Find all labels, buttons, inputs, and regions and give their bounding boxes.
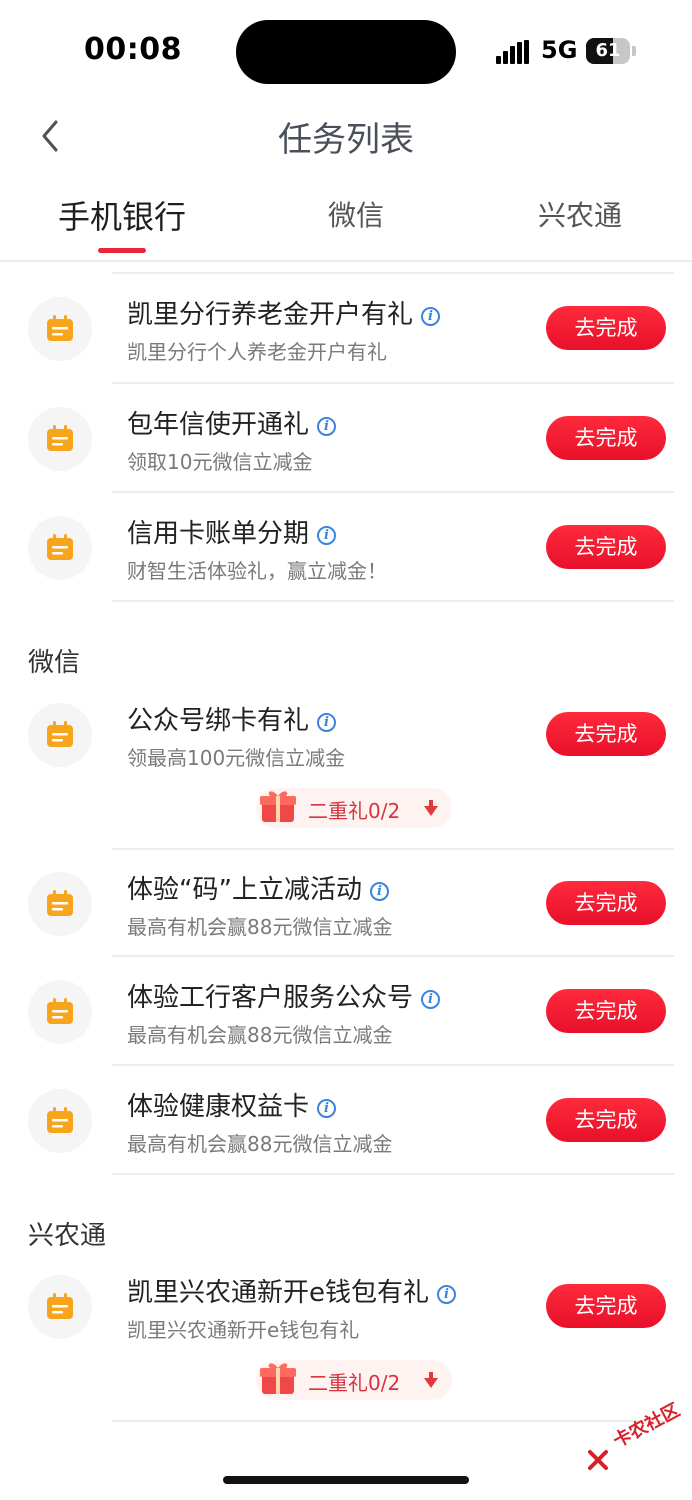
gift-label: 二重礼0/2 [308, 1371, 401, 1395]
gift-progress-pill[interactable]: 二重礼0/2 [256, 788, 452, 828]
page-title: 任务列表 [278, 120, 414, 160]
complete-button[interactable]: 去完成 [546, 1098, 666, 1142]
list-item: 凯里兴农通新开e钱包有礼 i 凯里兴农通新开e钱包有礼 去完成 [0, 1252, 692, 1360]
task-title: 体验工行客户服务公众号 i [127, 977, 441, 1014]
status-bar: 00:08 5G 61 [0, 0, 692, 100]
calendar-icon [47, 534, 73, 560]
info-icon[interactable]: i [369, 882, 389, 901]
task-title: 包年信使开通礼 i [127, 404, 337, 441]
divider [112, 600, 674, 602]
complete-button[interactable]: 去完成 [546, 525, 666, 569]
section-title-wechat: 微信 [28, 648, 81, 678]
task-icon [28, 297, 92, 361]
logo-mark-icon [588, 1450, 608, 1470]
gift-icon [260, 1363, 296, 1394]
task-title: 体验“码”上立减活动 i [127, 869, 389, 906]
task-description: 凯里分行个人养老金开户有礼 [127, 340, 387, 364]
task-title: 体验健康权益卡 i [127, 1086, 337, 1123]
gift-progress-pill[interactable]: 二重礼0/2 [256, 1360, 452, 1400]
list-item: 体验健康权益卡 i 最高有机会赢88元微信立减金 去完成 [0, 1066, 692, 1174]
task-title: 凯里兴农通新开e钱包有礼 i [127, 1272, 456, 1309]
arrow-down-icon [424, 800, 438, 816]
calendar-icon [47, 315, 73, 341]
task-title-text: 信用卡账单分期 [127, 519, 310, 549]
task-description: 最高有机会赢88元微信立减金 [127, 1132, 393, 1156]
list-item: 凯里分行养老金开户有礼 i 凯里分行个人养老金开户有礼 去完成 [0, 274, 692, 382]
task-title-text: 凯里分行养老金开户有礼 [127, 300, 414, 330]
task-title-text: 包年信使开通礼 [127, 410, 310, 440]
info-icon[interactable]: i [317, 417, 337, 436]
tab-bar: 手机银行 微信 兴农通 [0, 180, 692, 262]
tab-xingnongtong[interactable]: 兴农通 [480, 194, 680, 234]
task-icon [28, 407, 92, 471]
task-description: 最高有机会赢88元微信立减金 [127, 915, 393, 939]
status-time: 00:08 [84, 32, 182, 67]
task-icon [28, 980, 92, 1044]
list-item: 体验工行客户服务公众号 i 最高有机会赢88元微信立减金 去完成 [0, 957, 692, 1065]
complete-button[interactable]: 去完成 [546, 712, 666, 756]
task-description: 财智生活体验礼，赢立减金！ [127, 559, 387, 583]
calendar-icon [47, 998, 73, 1024]
task-title: 凯里分行养老金开户有礼 i [127, 294, 441, 331]
calendar-icon [47, 1293, 73, 1319]
info-icon[interactable]: i [317, 526, 337, 545]
task-title-text: 体验工行客户服务公众号 [127, 983, 414, 1013]
divider [112, 1173, 674, 1175]
task-icon [28, 516, 92, 580]
watermark-logo: 卡农社区 [588, 1400, 684, 1470]
gift-icon [260, 791, 296, 822]
list-item: 信用卡账单分期 i 财智生活体验礼，赢立减金！ 去完成 [0, 493, 692, 601]
watermark-text: 卡农社区 [609, 1399, 684, 1453]
dynamic-island [236, 20, 456, 84]
signal-icon [496, 40, 529, 64]
battery-level: 61 [595, 40, 621, 61]
task-title-text: 体验健康权益卡 [127, 1092, 310, 1122]
calendar-icon [47, 890, 73, 916]
list-item: 体验“码”上立减活动 i 最高有机会赢88元微信立减金 去完成 [0, 849, 692, 957]
calendar-icon [47, 1107, 73, 1133]
task-icon [28, 703, 92, 767]
task-icon [28, 1089, 92, 1153]
nav-bar: 任务列表 [0, 100, 692, 172]
task-title: 公众号绑卡有礼 i [127, 700, 337, 737]
complete-button[interactable]: 去完成 [546, 416, 666, 460]
info-icon[interactable]: i [317, 1099, 337, 1118]
list-item: 包年信使开通礼 i 领取10元微信立减金 去完成 [0, 384, 692, 492]
task-description: 最高有机会赢88元微信立减金 [127, 1023, 393, 1047]
complete-button[interactable]: 去完成 [546, 881, 666, 925]
info-icon[interactable]: i [421, 990, 441, 1009]
task-icon [28, 1275, 92, 1339]
task-title: 信用卡账单分期 i [127, 513, 337, 550]
task-title-text: 凯里兴农通新开e钱包有礼 [127, 1278, 429, 1308]
calendar-icon [47, 425, 73, 451]
task-description: 凯里兴农通新开e钱包有礼 [127, 1318, 360, 1342]
complete-button[interactable]: 去完成 [546, 989, 666, 1033]
info-icon[interactable]: i [421, 307, 441, 326]
info-icon[interactable]: i [317, 713, 337, 732]
gift-label: 二重礼0/2 [308, 799, 401, 823]
complete-button[interactable]: 去完成 [546, 306, 666, 350]
arrow-down-icon [424, 1372, 438, 1388]
battery-tip [632, 46, 636, 56]
tab-indicator [98, 248, 146, 253]
list-item: 公众号绑卡有礼 i 领最高100元微信立减金 去完成 [0, 680, 692, 788]
task-title-text: 公众号绑卡有礼 [127, 706, 310, 736]
complete-button[interactable]: 去完成 [546, 1284, 666, 1328]
task-icon [28, 872, 92, 936]
section-title-xingnongtong: 兴农通 [28, 1221, 107, 1251]
task-title-text: 体验“码”上立减活动 [127, 875, 362, 905]
tab-mobile-banking[interactable]: 手机银行 [22, 192, 222, 238]
network-type: 5G [541, 36, 578, 64]
task-description: 领取10元微信立减金 [127, 450, 313, 474]
tab-wechat[interactable]: 微信 [256, 194, 456, 234]
battery-icon: 61 [586, 38, 630, 64]
task-description: 领最高100元微信立减金 [127, 746, 346, 770]
home-indicator[interactable] [223, 1476, 469, 1484]
calendar-icon [47, 721, 73, 747]
info-icon[interactable]: i [437, 1285, 456, 1304]
